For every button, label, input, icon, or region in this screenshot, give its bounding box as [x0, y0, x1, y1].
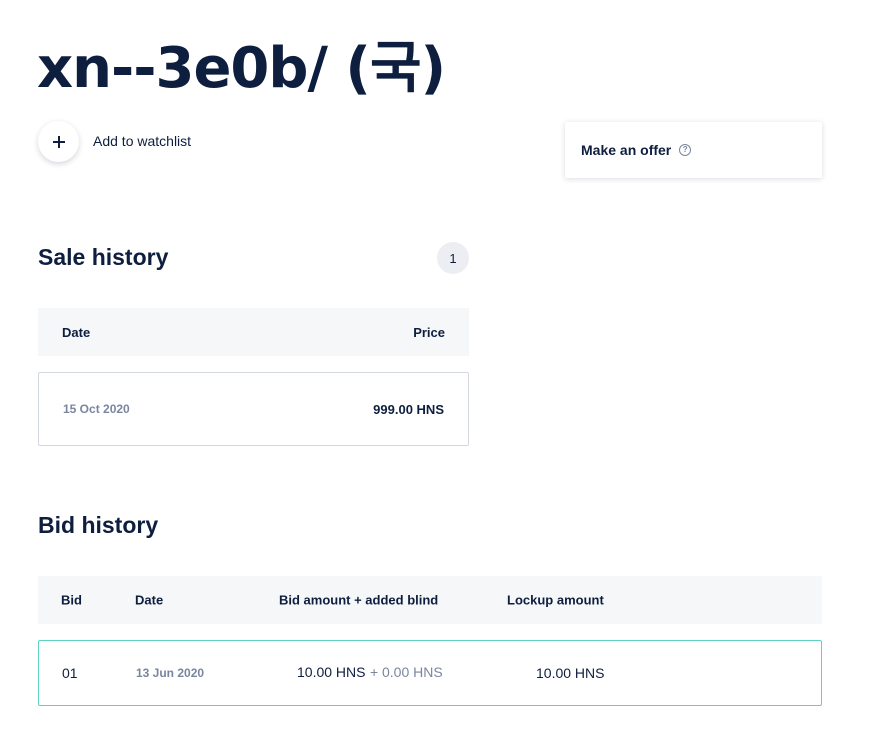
column-header-bid-amount: Bid amount + added blind: [279, 592, 439, 608]
add-to-watchlist-label[interactable]: Add to watchlist: [93, 133, 191, 149]
sale-history-row: 15 Oct 2020 999.00 HNS: [38, 372, 469, 446]
question-circle-icon[interactable]: ?: [679, 144, 692, 156]
bid-history-row: 01 13 Jun 2020 10.00 HNS + 0.00 HNS 10.0…: [38, 640, 822, 706]
make-offer-label: Make an offer: [581, 142, 672, 158]
bid-number: 01: [62, 665, 78, 681]
bid-history-title: Bid history: [38, 512, 159, 538]
page-title: xn--3e0b/ (국): [37, 36, 446, 101]
make-offer-button[interactable]: Make an offer ?: [565, 122, 822, 178]
lockup-amount-value: 10.00 HNS: [536, 665, 605, 681]
plus-icon: [52, 135, 65, 148]
sale-history-title: Sale history: [38, 244, 169, 270]
bid-date: 13 Jun 2020: [136, 666, 205, 680]
bid-amount: 10.00 HNS + 0.00 HNS: [297, 664, 443, 682]
column-header-bid: Bid: [61, 592, 82, 608]
bid-history-header: Bid Date Bid amount + added blind Lockup…: [38, 576, 822, 624]
add-to-watchlist-button[interactable]: [38, 121, 79, 162]
sale-count-badge: 1: [437, 242, 469, 274]
bid-amount-value: 10.00 HNS: [297, 664, 366, 680]
column-header-lockup-amount: Lockup amount: [507, 592, 604, 608]
sale-history-header: Date Price: [38, 308, 469, 356]
column-header-date: Date: [135, 592, 164, 608]
column-header-price: Price: [413, 324, 445, 340]
sale-date: 15 Oct 2020: [63, 402, 130, 416]
sale-price: 999.00 HNS: [373, 401, 444, 417]
blind-amount-value: + 0.00 HNS: [369, 664, 443, 680]
column-header-date: Date: [62, 324, 91, 340]
